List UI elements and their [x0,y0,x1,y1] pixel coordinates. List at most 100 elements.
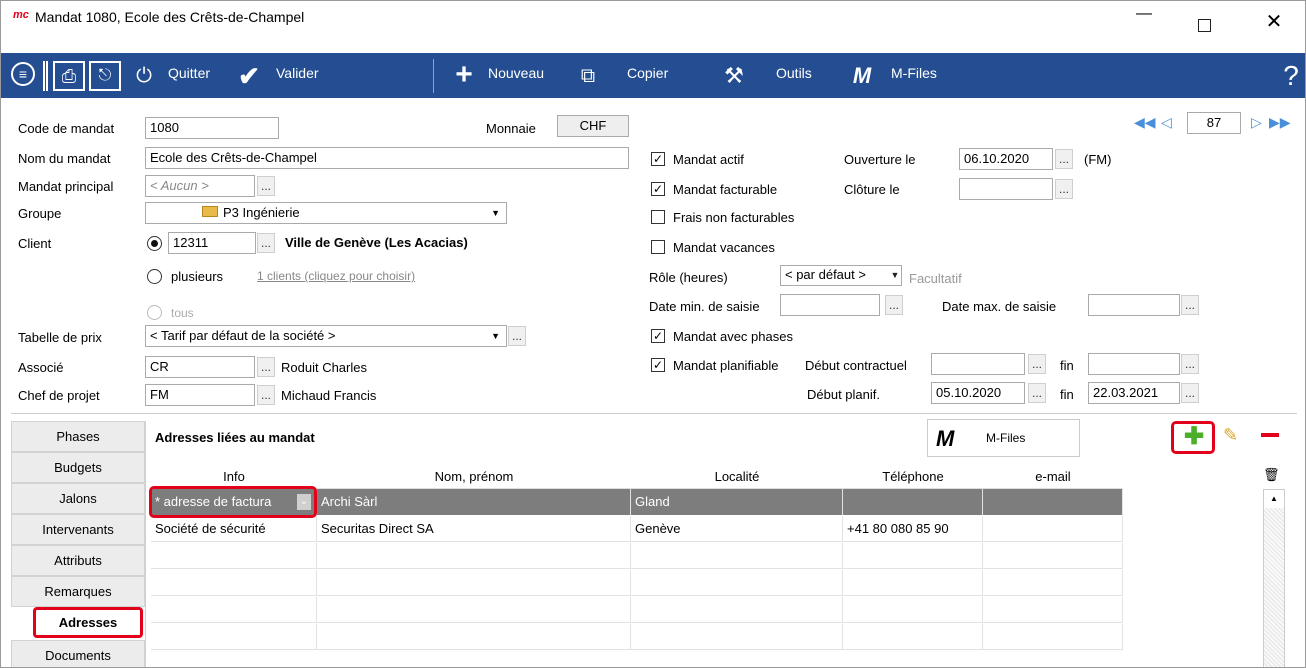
plan-start-field[interactable]: 05.10.2020 [931,382,1025,404]
maximize-icon[interactable] [1198,19,1211,32]
contract-end-button[interactable]: ... [1181,354,1199,374]
power-icon[interactable]: ⏻ [131,63,157,89]
nonbill-checkbox[interactable] [651,210,665,224]
group-select[interactable]: P3 Ingénierie ▼ [145,202,507,224]
pm-code-field[interactable]: FM [145,384,255,406]
print-preview-icon[interactable]: ⎋ [89,61,121,91]
opening-date-button[interactable]: ... [1055,149,1073,169]
new-button[interactable]: Nouveau [488,65,544,81]
table-row[interactable] [151,570,1123,596]
row-name-cell[interactable] [317,597,631,623]
prev-record-icon[interactable]: ◁ [1161,114,1172,131]
mfiles-button[interactable]: M-Files [891,65,937,81]
tab-attributs[interactable]: Attributs [11,545,145,576]
chevron-down-icon[interactable]: ⌄ [297,494,311,510]
checkmark-icon[interactable]: ✔ [234,61,264,91]
row-city-cell[interactable] [631,597,843,623]
row-phone-cell[interactable] [843,624,983,650]
quit-button[interactable]: Quitter [168,65,210,81]
row-city-cell[interactable] [631,570,843,596]
client-several-radio[interactable] [147,269,162,284]
validate-button[interactable]: Valider [276,65,319,81]
tab-documents[interactable]: Documents [11,640,145,667]
opening-date-field[interactable]: 06.10.2020 [959,148,1053,170]
plus-icon[interactable]: + [451,58,477,91]
billable-checkbox[interactable]: ✓ [651,182,665,196]
table-row[interactable]: Société de sécurité Securitas Direct SA … [151,516,1123,542]
record-number-field[interactable]: 87 [1187,112,1241,134]
minimize-icon[interactable]: — [1129,5,1159,31]
row-phone-cell[interactable] [843,543,983,569]
row-email-cell[interactable] [983,570,1123,596]
print-icon[interactable]: ⎙ [53,61,85,91]
row-phone-cell[interactable] [843,570,983,596]
pm-browse-button[interactable]: ... [257,385,275,405]
row-email-cell[interactable] [983,489,1123,515]
role-select[interactable]: < par défaut > [780,265,902,286]
currency-field[interactable]: CHF [557,115,629,137]
edit-pencil-icon[interactable]: ✎ [1223,425,1238,446]
row-info-cell[interactable] [151,624,317,650]
plan-end-button[interactable]: ... [1181,383,1199,403]
add-address-button[interactable]: ✚ [1171,421,1215,454]
row-info-cell[interactable] [151,543,317,569]
tab-adresses[interactable]: Adresses [33,607,143,638]
row-name-cell[interactable]: Securitas Direct SA [317,516,631,542]
datemax-field[interactable] [1088,294,1180,316]
row-phone-cell[interactable] [843,489,983,515]
phases-checkbox[interactable]: ✓ [651,329,665,343]
column-chooser-icon[interactable]: 🗑 [1263,467,1280,483]
row-phone-cell[interactable] [843,597,983,623]
table-row[interactable] [151,543,1123,569]
row-name-cell[interactable]: Archi Sàrl [317,489,631,515]
client-single-radio[interactable] [147,236,162,251]
row-city-cell[interactable]: Genève [631,516,843,542]
plan-checkbox[interactable]: ✓ [651,358,665,372]
several-link[interactable]: 1 clients (cliquez pour choisir) [257,269,415,283]
first-record-icon[interactable]: ◀◀ [1134,114,1156,131]
client-code-field[interactable]: 12311 [168,232,256,254]
contract-end-field[interactable] [1088,353,1180,375]
row-phone-cell[interactable]: +41 80 080 85 90 [843,516,983,542]
row-name-cell[interactable] [317,624,631,650]
row-city-cell[interactable]: Gland [631,489,843,515]
col-header-email[interactable]: e-mail [983,465,1123,489]
chevron-down-icon[interactable]: ▼ [888,266,902,284]
row-info-cell[interactable] [151,570,317,596]
contract-start-button[interactable]: ... [1028,354,1046,374]
code-field[interactable]: 1080 [145,117,279,139]
principal-field[interactable]: < Aucun > [145,175,255,197]
last-record-icon[interactable]: ▶▶ [1269,114,1291,131]
chevron-down-icon[interactable]: ▼ [491,328,500,344]
next-record-icon[interactable]: ▷ [1251,114,1262,131]
row-name-cell[interactable] [317,570,631,596]
closing-date-button[interactable]: ... [1055,179,1073,199]
client-all-radio[interactable] [147,305,162,320]
contract-start-field[interactable] [931,353,1025,375]
col-header-phone[interactable]: Téléphone [843,465,983,489]
copy-button[interactable]: Copier [627,65,668,81]
plan-end-field[interactable]: 22.03.2021 [1088,382,1180,404]
tab-jalons[interactable]: Jalons [11,483,145,514]
chevron-down-icon[interactable]: ▼ [491,205,500,221]
col-header-city[interactable]: Localité [631,465,843,489]
tab-intervenants[interactable]: Intervenants [11,514,145,545]
row-info-cell[interactable]: Société de sécurité [151,516,317,542]
holiday-checkbox[interactable] [651,240,665,254]
row-email-cell[interactable] [983,624,1123,650]
mfiles-icon[interactable]: M [849,61,875,91]
tab-budgets[interactable]: Budgets [11,452,145,483]
principal-browse-button[interactable]: ... [257,176,275,196]
delete-minus-icon[interactable] [1261,433,1279,437]
datemax-button[interactable]: ... [1181,295,1199,315]
mfiles-panel-button[interactable]: M M-Files [927,419,1080,457]
tools-button[interactable]: Outils [776,65,812,81]
tab-remarques[interactable]: Remarques [11,576,145,607]
partner-code-field[interactable]: CR [145,356,255,378]
info-dropdown-highlight[interactable] [149,486,317,518]
row-city-cell[interactable] [631,624,843,650]
scroll-up-icon[interactable]: ▲ [1264,490,1284,508]
help-icon[interactable]: ? [1281,59,1301,93]
name-field[interactable]: Ecole des Crêts-de-Champel [145,147,629,169]
row-city-cell[interactable] [631,543,843,569]
